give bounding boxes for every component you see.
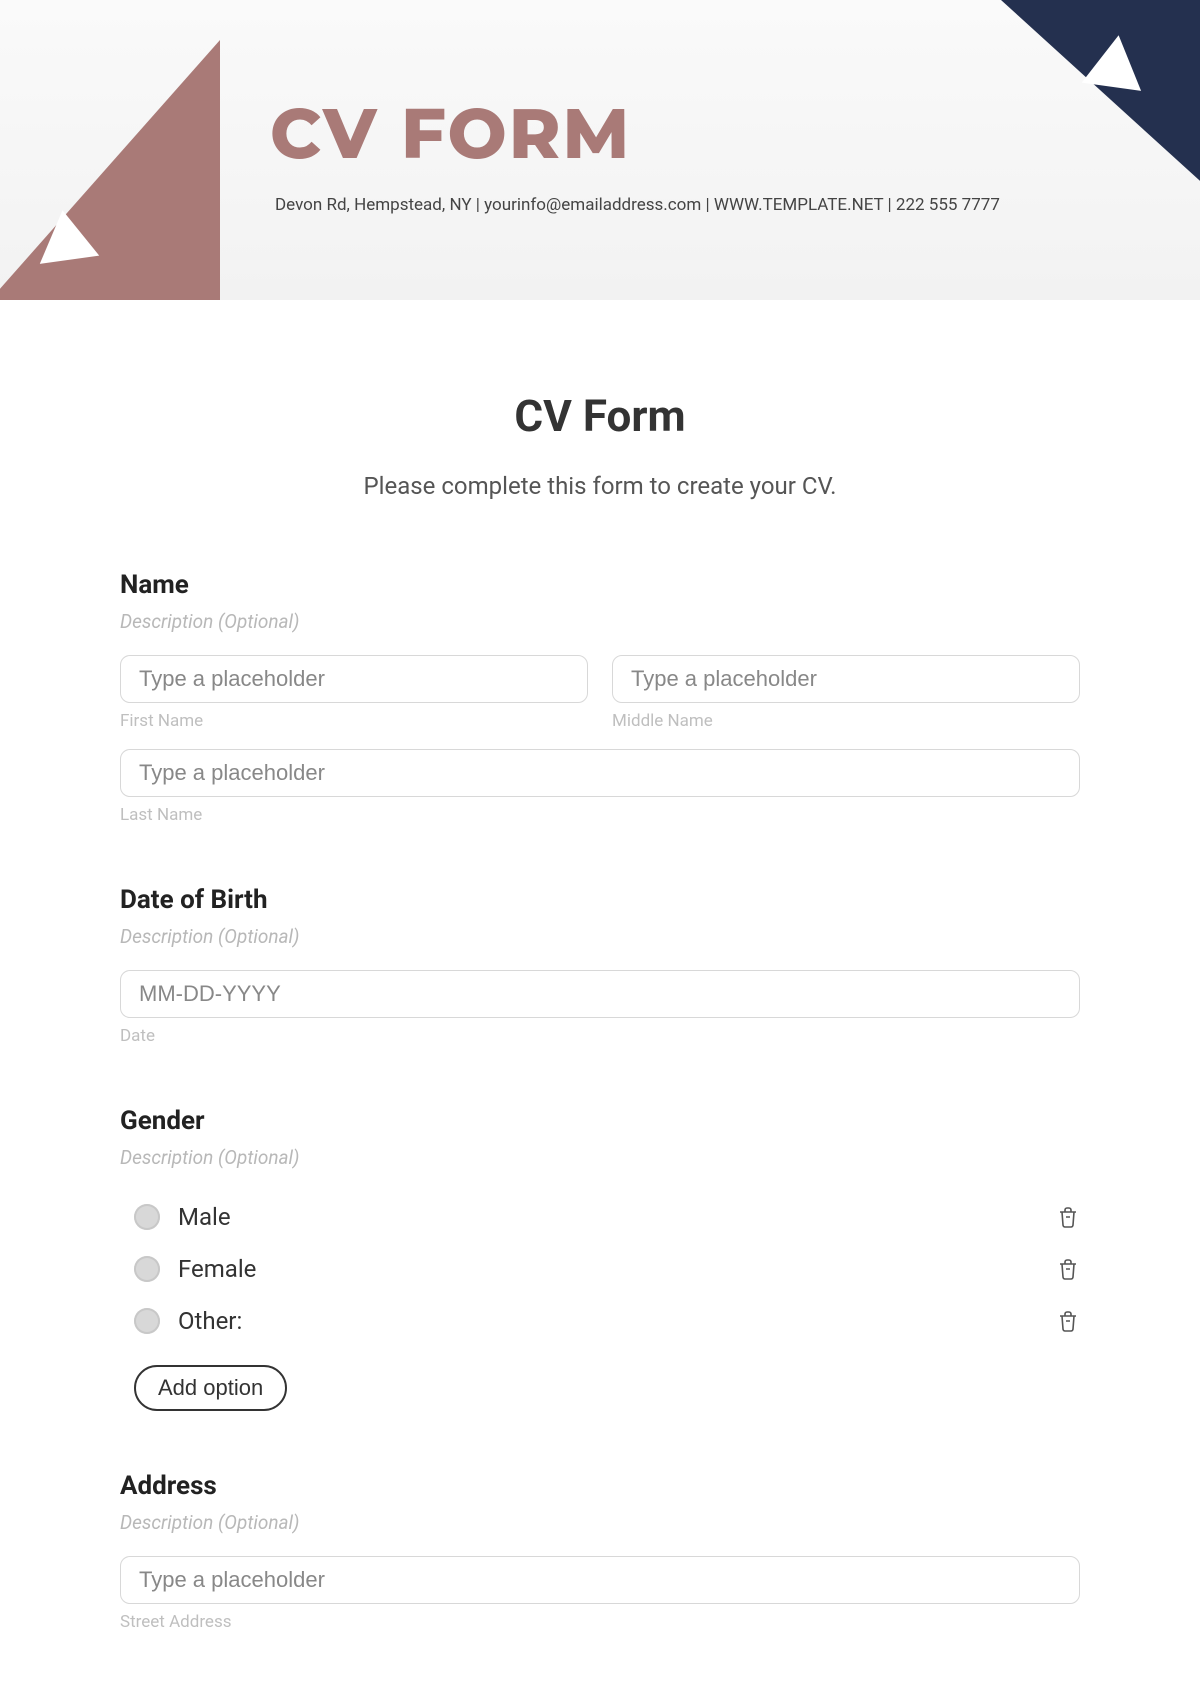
trash-icon[interactable] bbox=[1056, 1257, 1080, 1281]
name-desc: Description (Optional) bbox=[120, 610, 1080, 633]
name-label: Name bbox=[120, 570, 1080, 600]
section-address: Address Description (Optional) Street Ad… bbox=[120, 1471, 1080, 1632]
corner-triangle-left-inner bbox=[33, 206, 99, 264]
address-label: Address bbox=[120, 1471, 1080, 1501]
banner-sub: Devon Rd, Hempstead, NY | yourinfo@email… bbox=[275, 195, 1000, 215]
gender-option-label: Other: bbox=[178, 1307, 242, 1335]
gender-option-label: Female bbox=[178, 1255, 256, 1283]
gender-desc: Description (Optional) bbox=[120, 1146, 1080, 1169]
corner-triangle-right bbox=[990, 0, 1200, 190]
radio-icon bbox=[134, 1308, 160, 1334]
banner: CV FORM Devon Rd, Hempstead, NY | yourin… bbox=[0, 0, 1200, 300]
add-option-button[interactable]: Add option bbox=[134, 1365, 287, 1411]
gender-label: Gender bbox=[120, 1106, 1080, 1136]
banner-title: CV FORM bbox=[270, 90, 631, 176]
corner-triangle-left bbox=[0, 40, 220, 300]
dob-label: Date of Birth bbox=[120, 885, 1080, 915]
first-name-sublabel: First Name bbox=[120, 711, 588, 731]
section-dob: Date of Birth Description (Optional) Dat… bbox=[120, 885, 1080, 1046]
section-name: Name Description (Optional) First Name M… bbox=[120, 570, 1080, 825]
trash-icon[interactable] bbox=[1056, 1205, 1080, 1229]
last-name-input[interactable] bbox=[120, 749, 1080, 797]
dob-input[interactable] bbox=[120, 970, 1080, 1018]
form-subtitle: Please complete this form to create your… bbox=[120, 472, 1080, 500]
street-address-input[interactable] bbox=[120, 1556, 1080, 1604]
gender-option-female[interactable]: Female bbox=[120, 1243, 1080, 1295]
form-page: CV Form Please complete this form to cre… bbox=[120, 300, 1080, 1632]
gender-option-male[interactable]: Male bbox=[120, 1191, 1080, 1243]
corner-triangle-right-inner bbox=[1082, 31, 1149, 91]
radio-icon bbox=[134, 1256, 160, 1282]
street-address-sublabel: Street Address bbox=[120, 1612, 1080, 1632]
last-name-sublabel: Last Name bbox=[120, 805, 1080, 825]
radio-icon bbox=[134, 1204, 160, 1230]
first-name-input[interactable] bbox=[120, 655, 588, 703]
gender-option-label: Male bbox=[178, 1203, 231, 1231]
section-gender: Gender Description (Optional) Male Femal… bbox=[120, 1106, 1080, 1411]
form-title: CV Form bbox=[120, 390, 1080, 442]
trash-icon[interactable] bbox=[1056, 1309, 1080, 1333]
middle-name-sublabel: Middle Name bbox=[612, 711, 1080, 731]
gender-option-other[interactable]: Other: bbox=[120, 1295, 1080, 1347]
middle-name-input[interactable] bbox=[612, 655, 1080, 703]
dob-desc: Description (Optional) bbox=[120, 925, 1080, 948]
dob-sublabel: Date bbox=[120, 1026, 1080, 1046]
address-desc: Description (Optional) bbox=[120, 1511, 1080, 1534]
